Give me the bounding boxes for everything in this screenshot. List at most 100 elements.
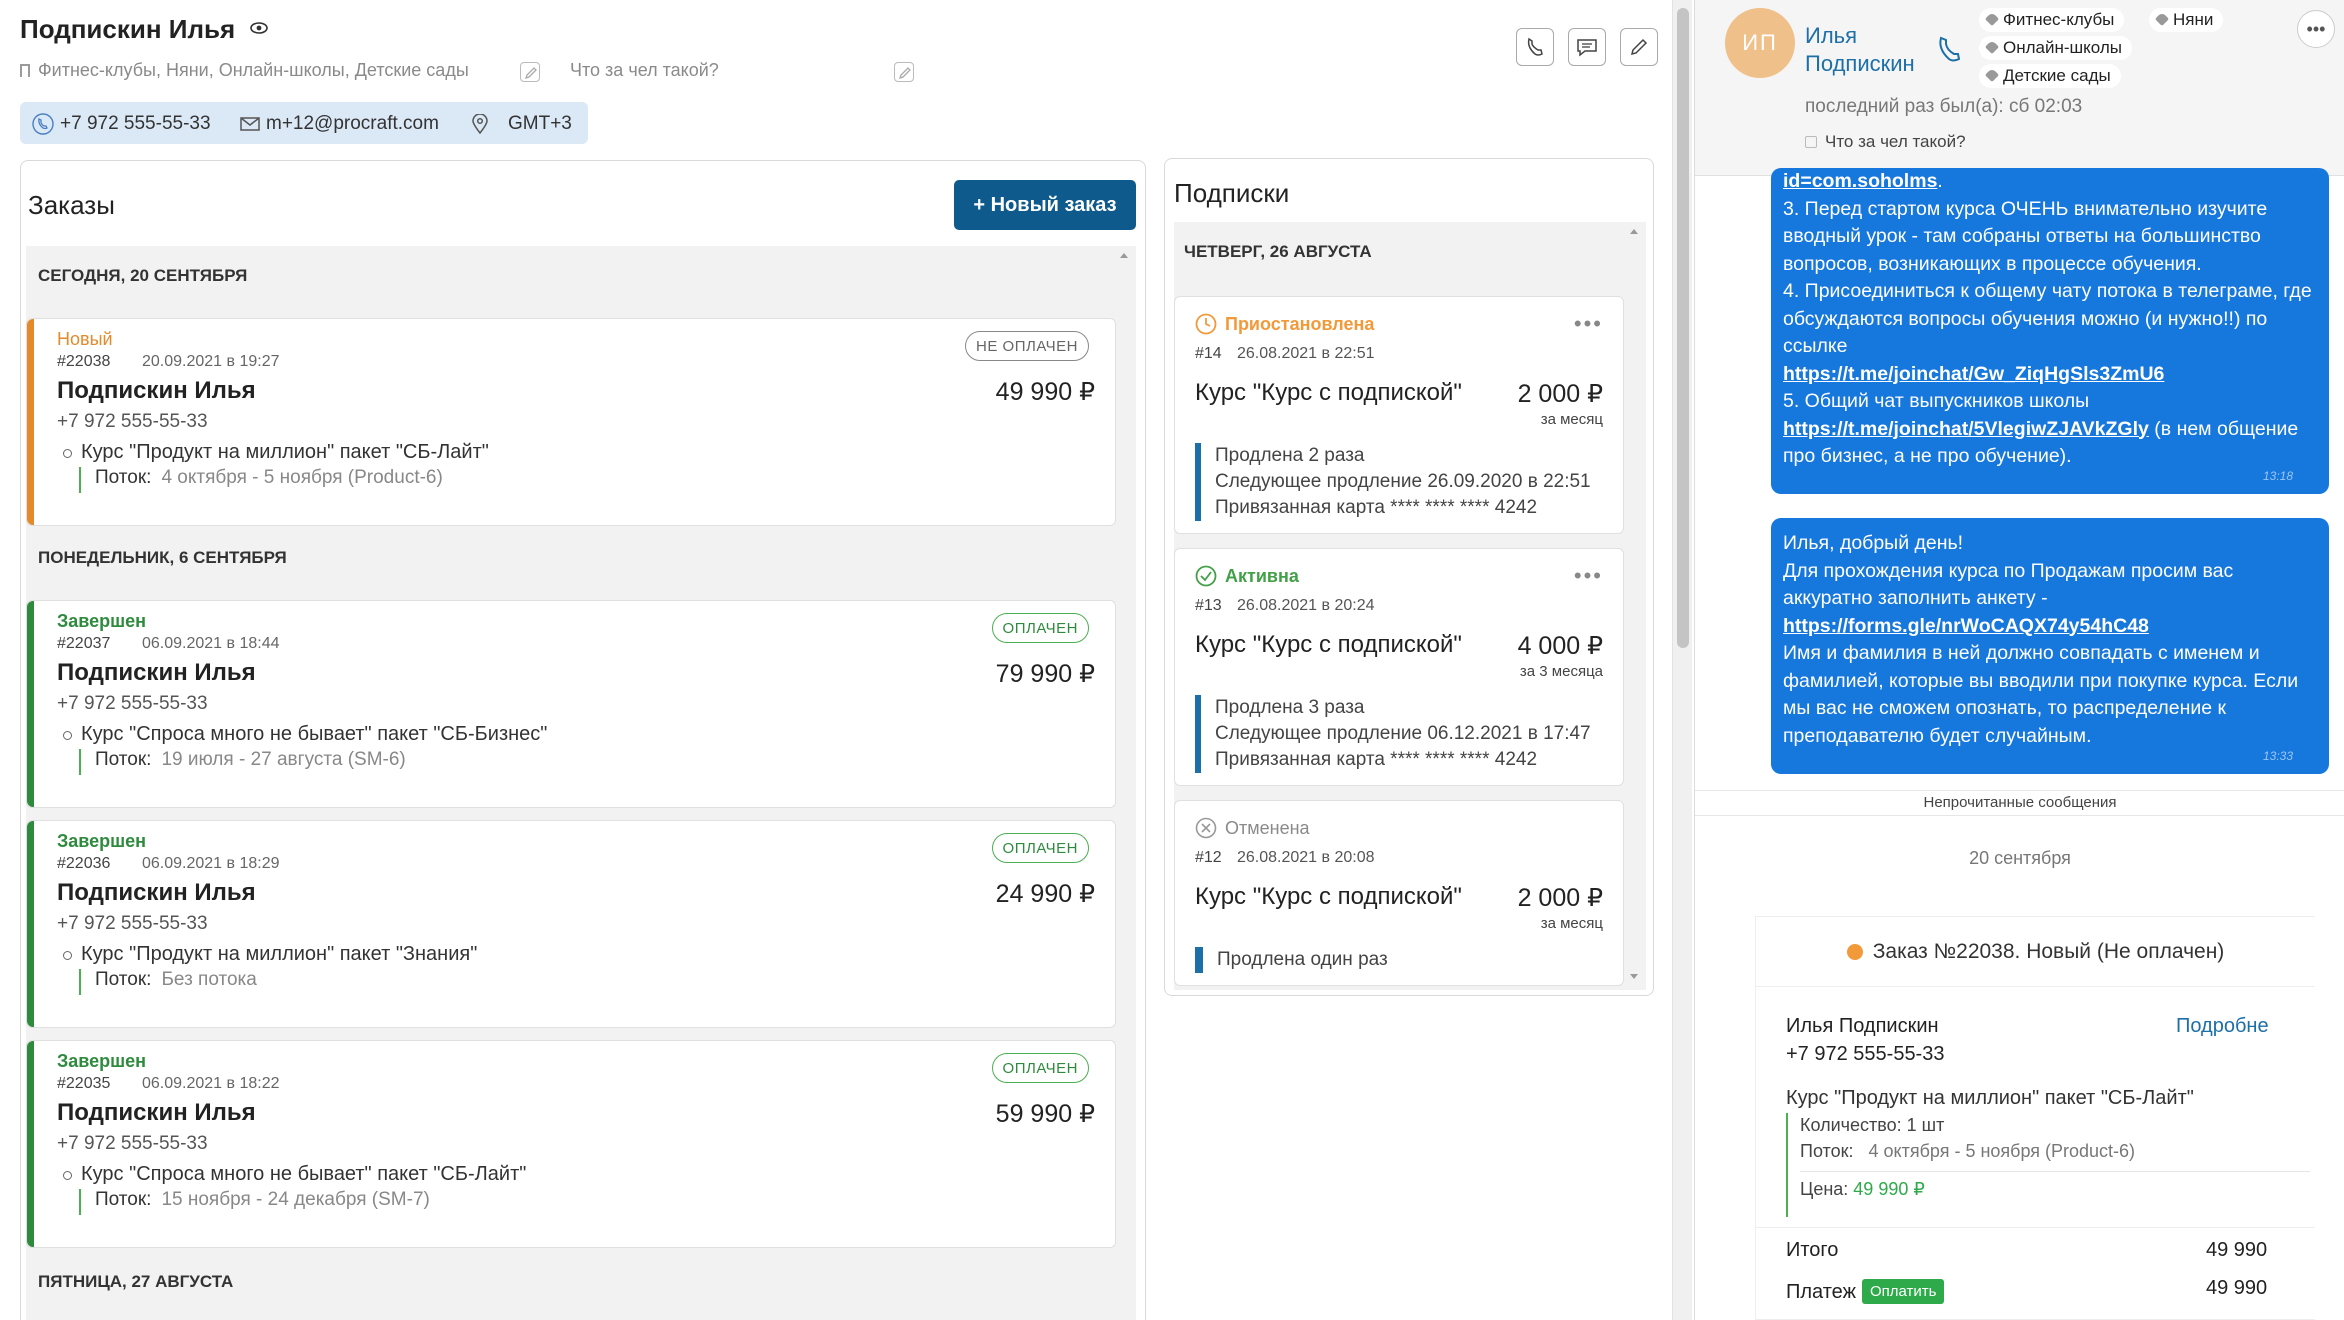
order-status: Завершен [57,1051,147,1071]
order-flow: Поток: 4 октября - 5 ноября (Product-6) [79,467,443,493]
chat-order-phone: +7 972 555-55-33 [1786,1043,1945,1065]
client-tag: Фитнес-клубы [1979,8,2125,32]
client-tags-text: Фитнес-клубы, Няни, Онлайн-школы, Детски… [38,60,469,80]
linked-card: Привязанная карта **** **** **** 4242 [1215,497,1538,518]
client-tag: Онлайн-школы [1979,36,2133,60]
message-link[interactable]: id=com.soholms [1783,170,1937,192]
day-header: ПОНЕДЕЛЬНИК, 6 СЕНТЯБРЯ [38,548,287,567]
message-text: 3. Перед стартом курса ОЧЕНЬ внимательно… [1783,197,2268,275]
scrollbar-thumb[interactable] [1677,8,1689,648]
avatar: ИП [1725,8,1795,78]
order-course: Курс "Спроса много не бывает" пакет "СБ-… [62,723,548,745]
message-text: Для прохождения курса по Продажам просим… [1783,559,2234,610]
timezone-text: GMT+3 [508,113,572,134]
order-flow: Поток: 19 июля - 27 августа (SM-6) [79,749,406,775]
location-pin-icon [472,114,488,134]
total-value: 49 990 [2206,1239,2268,1261]
chat-bubble-icon [1577,39,1597,57]
divider [1800,1171,2310,1172]
message-time: 13:18 [2262,468,2293,483]
payment-badge: НЕ ОПЛАЧЕН [965,331,1089,361]
next-renewal: Следующее продление 26.09.2020 в 22:51 [1215,471,1591,492]
subscription-amount: 2 000 ₽ [1517,380,1603,408]
order-amount: 24 990 ₽ [995,880,1095,908]
more-icon[interactable]: ••• [1574,311,1603,337]
message-button[interactable] [1568,28,1606,66]
payment-badge: ОПЛАЧЕН [991,613,1089,643]
subscriptions-title: Подписки [1174,178,1290,208]
flow-label: Поток: [1800,1141,1854,1161]
order-client-phone: +7 972 555-55-33 [57,1133,208,1154]
flow-value: 15 ноября - 24 декабря (SM-7) [161,1189,430,1210]
pay-button[interactable]: Оплатить [1861,1279,1945,1304]
email-contact[interactable]: m+12@procraft.com [240,113,439,135]
more-icon[interactable]: ••• [1574,563,1603,589]
day-header: ПЯТНИЦА, 27 АВГУСТА [38,1272,234,1291]
scroll-up-arrow-icon[interactable] [1628,226,1640,236]
page-scrollbar[interactable] [1672,0,1692,1320]
new-order-button[interactable]: + Новый заказ [954,180,1136,230]
check-circle-icon [1195,565,1217,587]
order-card[interactable]: Завершен #22035 06.09.2021 в 18:22 Подпи… [26,1040,1116,1248]
chat-day-separator: 20 сентября [1969,848,2071,868]
chat-order-client: Илья Подпискин [1786,1015,1939,1037]
flow-label: Поток: [95,749,152,770]
subscription-card[interactable]: Активна ••• #13 26.08.2021 в 20:24 Курс … [1174,548,1624,786]
chat-order-header: Заказ №22038. Новый (Не оплачен) [1756,917,2315,987]
edit-button[interactable] [1620,28,1658,66]
order-client-name: Подпискин Илья [57,879,256,906]
phone-icon[interactable] [1935,34,1965,64]
chat-client-name[interactable]: Илья Подпискин [1805,22,1915,78]
eye-icon[interactable] [250,22,268,34]
order-card[interactable]: Завершен #22036 06.09.2021 в 18:29 Подпи… [26,820,1116,1028]
email-text: m+12@procraft.com [266,113,439,134]
divider [1756,1227,2315,1228]
scroll-up-arrow-icon[interactable] [1118,250,1130,260]
x-circle-icon [1195,817,1217,839]
subscription-status: Активна [1195,565,1299,587]
order-number: #22036 [57,855,111,872]
order-amount: 49 990 ₽ [995,378,1095,406]
scroll-down-arrow-icon[interactable] [1628,972,1640,982]
order-card[interactable]: Новый #22038 20.09.2021 в 19:27 Подписки… [26,318,1116,526]
timezone: GMT+3 [472,113,572,135]
about-client-field[interactable]: Что за чел такой? [570,60,719,81]
chat-panel: ИП Илья Подпискин Фитнес-клубы Няни Онлай… [1694,0,2344,1320]
message-link[interactable]: https://t.me/joinchat/Gw_ZiqHgSls3ZmU6 [1783,363,2164,385]
order-date: 06.09.2021 в 18:22 [142,1075,280,1092]
chat-client-first-name: Илья [1805,23,1858,48]
order-course: Курс "Продукт на миллион" пакет "Знания" [62,943,478,965]
payment-label: Платеж [1786,1281,1856,1303]
order-amount: 79 990 ₽ [995,660,1095,688]
client-name: Подпискин Илья [20,14,236,44]
status-dot-icon [1846,943,1863,960]
about-client-text: Что за чел такой? [1825,132,1966,151]
order-number: #22038 [57,353,111,370]
message-link[interactable]: https://t.me/joinchat/5VlegiwZJAVkZGly [1783,418,2149,440]
subscription-amount: 2 000 ₽ [1517,884,1603,912]
subscription-amount: 4 000 ₽ [1517,632,1603,660]
flow-value: 19 июля - 27 августа (SM-6) [161,749,406,770]
subscription-card[interactable]: Приостановлена ••• #14 26.08.2021 в 22:5… [1174,296,1624,534]
phone-contact[interactable]: +7 972 555-55-33 [32,113,211,135]
order-flow: Поток: 15 ноября - 24 декабря (SM-7) [79,1189,430,1215]
subscription-date: 26.08.2021 в 20:24 [1237,597,1375,614]
order-card[interactable]: Завершен #22037 06.09.2021 в 18:44 Подпи… [26,600,1116,808]
price-value: 49 990 ₽ [1853,1179,1925,1199]
order-course: Курс "Продукт на миллион" пакет "СБ-Лайт… [63,441,489,463]
call-button[interactable] [1516,28,1554,66]
flow-value: 4 октября - 5 ноября (Product-6) [1868,1141,2136,1161]
edit-about-icon[interactable] [894,62,914,82]
subscription-card[interactable]: Отменена #12 26.08.2021 в 20:08 Курс "Ку… [1174,800,1624,986]
order-details-link[interactable]: Подробне [2176,1015,2269,1038]
status-bar [27,319,34,525]
chat-message: id=com.soholms. 3. Перед стартом курса О… [1771,168,2329,494]
message-link[interactable]: https://forms.gle/nrWoCAQX74y54hC48 [1783,615,2149,637]
order-date: 06.09.2021 в 18:44 [142,635,280,652]
payment-row: Платеж Оплатить [1786,1279,1945,1304]
chat-client-last-name: Подпискин [1805,51,1915,76]
payment-badge: ОПЛАЧЕН [991,833,1089,863]
edit-tags-icon[interactable] [520,62,540,82]
subscription-number: #14 [1195,345,1222,362]
chat-menu-button[interactable]: ••• [2297,10,2335,48]
